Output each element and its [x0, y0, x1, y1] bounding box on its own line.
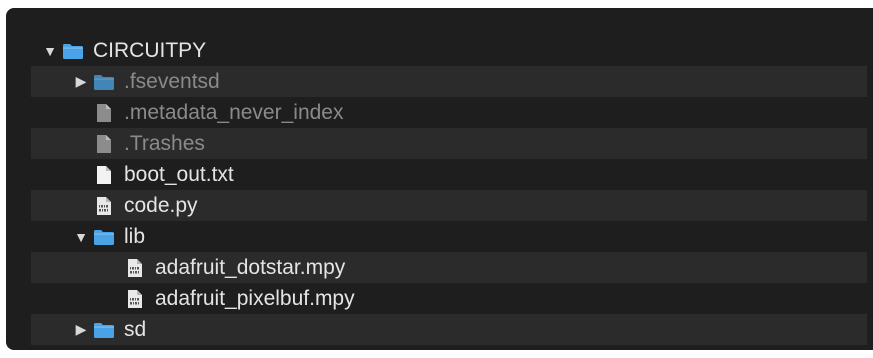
tree-row[interactable]: adafruit_pixelbuf.mpy	[31, 283, 867, 314]
folder-icon	[93, 320, 115, 340]
finder-window: ▼ CIRCUITPY ▶ .fseventsd .metadata_never_ind…	[6, 8, 873, 350]
tree-item-label: boot_out.txt	[124, 163, 234, 186]
binary-file-icon	[124, 258, 146, 278]
file-icon	[93, 103, 115, 123]
tree-row[interactable]: ▶ sd	[31, 314, 867, 345]
folder-icon	[93, 72, 115, 92]
tree-item-label: .metadata_never_index	[124, 101, 344, 124]
tree-row[interactable]: ▶ .fseventsd	[31, 66, 867, 97]
binary-file-icon	[124, 289, 146, 309]
tree-item-label: sd	[124, 318, 147, 341]
disclosure-collapsed-icon[interactable]: ▶	[72, 73, 90, 90]
file-icon	[93, 165, 115, 185]
disclosure-expanded-icon[interactable]: ▼	[41, 43, 59, 59]
folder-icon	[93, 227, 115, 247]
disclosure-collapsed-icon[interactable]: ▶	[72, 321, 90, 338]
disclosure-expanded-icon[interactable]: ▼	[72, 229, 90, 245]
tree-row[interactable]: .Trashes	[31, 128, 867, 159]
tree-row[interactable]: ▼ CIRCUITPY	[31, 35, 867, 66]
tree-item-label: adafruit_pixelbuf.mpy	[155, 287, 355, 310]
tree-item-label: code.py	[124, 194, 198, 217]
tree-item-label: adafruit_dotstar.mpy	[155, 256, 346, 279]
tree-item-label: .Trashes	[124, 132, 205, 155]
tree-row[interactable]: ▼ lib	[31, 221, 867, 252]
tree-row[interactable]: boot_out.txt	[31, 159, 867, 190]
binary-file-icon	[93, 196, 115, 216]
tree-item-label: lib	[124, 225, 146, 248]
file-tree: ▼ CIRCUITPY ▶ .fseventsd .metadata_never_ind…	[31, 35, 867, 345]
file-icon	[93, 134, 115, 154]
tree-item-label: CIRCUITPY	[93, 39, 207, 62]
tree-row[interactable]: adafruit_dotstar.mpy	[31, 252, 867, 283]
tree-row[interactable]: code.py	[31, 190, 867, 221]
tree-item-label: .fseventsd	[124, 70, 220, 93]
tree-row[interactable]: .metadata_never_index	[31, 97, 867, 128]
folder-icon	[62, 41, 84, 61]
